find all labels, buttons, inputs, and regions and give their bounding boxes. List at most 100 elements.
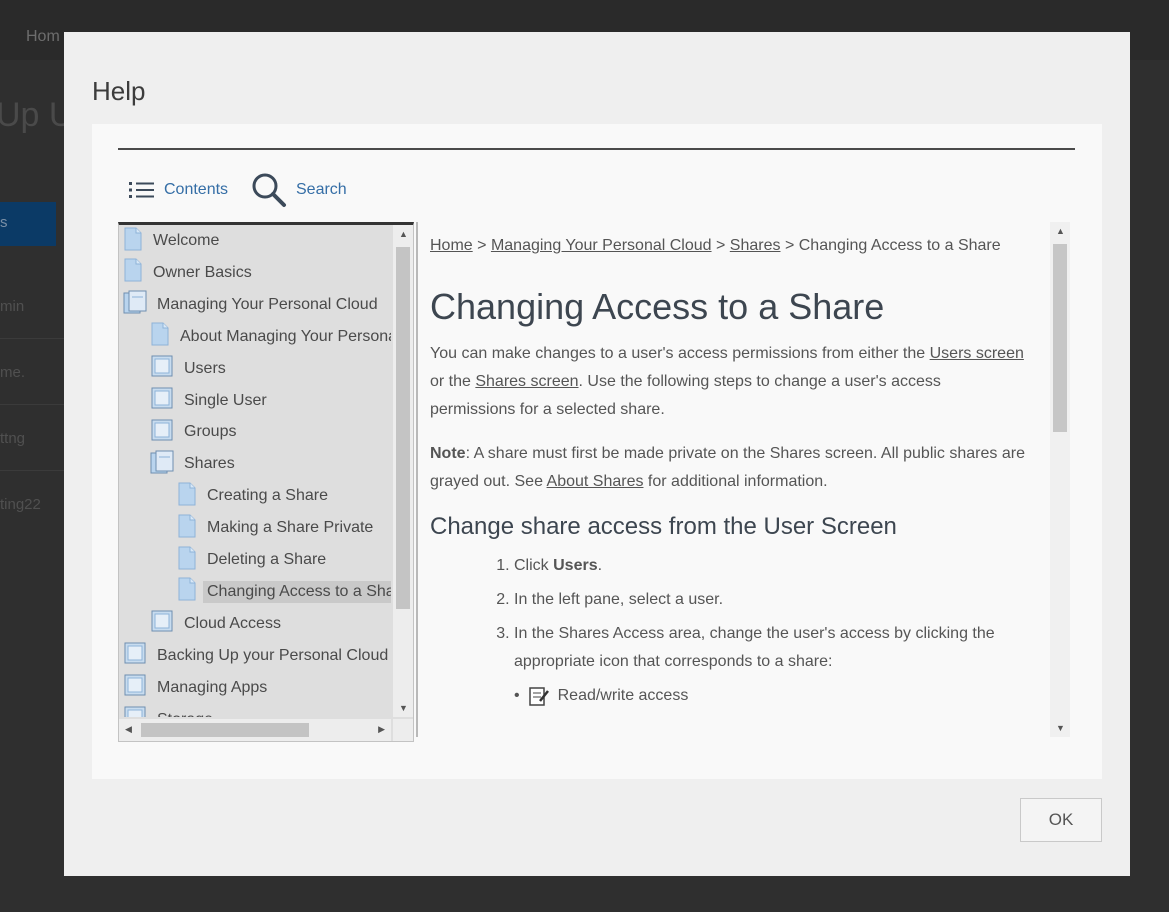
scroll-down-arrow-icon[interactable]: ▼	[1056, 723, 1065, 733]
page-icon	[177, 482, 197, 511]
tree-item[interactable]: Shares	[150, 449, 235, 479]
book-open-icon	[150, 450, 174, 479]
article-vertical-scrollbar[interactable]: ▲ ▼	[1050, 222, 1070, 737]
tree-item[interactable]: Cloud Access	[150, 609, 281, 639]
tree-horizontal-scrollbar[interactable]: ◀ ▶	[119, 719, 391, 741]
note-paragraph: Note: A share must first be made private…	[430, 440, 1030, 496]
shares-screen-link[interactable]: Shares screen	[475, 373, 578, 390]
users-screen-link[interactable]: Users screen	[930, 345, 1024, 362]
background-home-tab: Hom	[26, 28, 60, 45]
tree-item-label: Backing Up your Personal Cloud	[157, 646, 389, 664]
book-icon	[150, 609, 174, 638]
search-label: Search	[296, 181, 347, 198]
background-list-item: ttng	[0, 430, 26, 447]
list-icon	[129, 182, 154, 198]
tree-item[interactable]: Changing Access to a Share	[177, 577, 391, 607]
tree-item-label: Managing Your Personal Cloud	[157, 295, 378, 313]
scroll-left-arrow-icon[interactable]: ◀	[125, 724, 132, 735]
article-content: Home > Managing Your Personal Cloud > Sh…	[430, 222, 1030, 710]
breadcrumb-separator: >	[477, 237, 487, 254]
tree-item-label: Groups	[184, 423, 237, 441]
background-list-item: min	[0, 298, 25, 315]
background-list-item: me.	[0, 364, 26, 381]
scroll-up-arrow-icon[interactable]: ▲	[1056, 226, 1065, 236]
tree-item[interactable]: Groups	[150, 417, 236, 447]
scrollbar-corner	[393, 719, 413, 741]
breadcrumb-separator: >	[784, 237, 795, 254]
page-icon	[123, 258, 143, 287]
ok-button[interactable]: OK	[1020, 798, 1102, 842]
tree-item[interactable]: Managing Your Personal Cloud	[123, 290, 378, 320]
intro-text: or the	[430, 373, 476, 390]
contents-button[interactable]: Contents	[128, 172, 228, 208]
tree-item-label: Deleting a Share	[207, 551, 327, 568]
tree-item-label: Changing Access to a Share	[203, 580, 391, 603]
article-pane: Home > Managing Your Personal Cloud > Sh…	[416, 222, 1078, 737]
breadcrumb-home-link[interactable]: Home	[430, 237, 473, 254]
book-icon	[123, 705, 147, 717]
contents-label: Contents	[164, 181, 229, 198]
tree-item[interactable]: About Managing Your Personal Cloud	[150, 322, 391, 352]
tree-item[interactable]: Welcome	[123, 226, 219, 256]
tree-item[interactable]: Managing Apps	[123, 673, 267, 703]
scroll-down-arrow-icon[interactable]: ▼	[399, 703, 408, 713]
breadcrumb-current: Changing Access to a Share	[798, 237, 1001, 254]
tree-item-label: Shares	[184, 455, 235, 473]
breadcrumb-shares-link[interactable]: Shares	[730, 237, 781, 254]
step-item: In the Shares Access area, change the us…	[514, 620, 1030, 676]
breadcrumb-section-link[interactable]: Managing Your Personal Cloud	[491, 237, 712, 254]
search-icon	[252, 173, 286, 207]
dialog-title: Help	[92, 76, 146, 106]
book-open-icon	[123, 290, 147, 319]
tree-item[interactable]: Owner Basics	[123, 258, 252, 288]
section-heading: Change share access from the User Screen	[430, 513, 897, 540]
about-shares-link[interactable]: About Shares	[547, 473, 644, 490]
tree-item-label: Owner Basics	[153, 263, 252, 281]
edit-document-icon	[528, 687, 549, 706]
step-item: In the left pane, select a user.	[514, 586, 1030, 614]
tree-item-label: About Managing Your Personal Cloud	[180, 327, 391, 345]
tree-item[interactable]: Storage	[123, 705, 213, 718]
tree-scroll-thumb[interactable]	[396, 247, 410, 609]
contents-tree-pane: Welcome Owner Basics Managing Your Persona…	[118, 222, 414, 742]
background-list-item: ting22	[0, 496, 41, 513]
tree-hscroll-thumb[interactable]	[141, 723, 309, 737]
background-active-item: s	[0, 202, 56, 246]
book-icon	[123, 641, 147, 670]
tree-item-label: Storage	[157, 711, 213, 718]
help-content-panel: Contents Search Welcome Owner Basics Manag…	[92, 124, 1102, 779]
book-icon	[150, 354, 174, 383]
tree-item[interactable]: Making a Share Private	[177, 513, 373, 543]
scroll-up-arrow-icon[interactable]: ▲	[399, 229, 408, 239]
article-title: Changing Access to a Share	[430, 286, 885, 327]
article-scroll-thumb[interactable]	[1053, 244, 1067, 432]
header-rule	[118, 148, 1075, 150]
background-separator	[0, 404, 64, 405]
step-text: .	[597, 557, 603, 574]
step-bold-text: Users	[553, 557, 598, 574]
tree-item[interactable]: Users	[150, 354, 226, 384]
search-button[interactable]: Search	[250, 172, 347, 208]
bullet-dot: •	[514, 687, 520, 704]
scroll-right-arrow-icon[interactable]: ▶	[378, 724, 385, 735]
note-label: Note	[430, 445, 466, 462]
tree-item-label: Creating a Share	[207, 487, 328, 505]
steps-list: Click Users. In the left pane, select a …	[430, 552, 1030, 676]
tree-item-label: Making a Share Private	[207, 519, 374, 537]
intro-paragraph: You can make changes to a user's access …	[430, 340, 1030, 424]
breadcrumb-separator: >	[716, 237, 726, 254]
tree-item[interactable]: Single User	[150, 386, 267, 416]
step-text: Click	[514, 557, 554, 574]
tree-vertical-scrollbar[interactable]: ▲ ▼	[393, 225, 413, 717]
tree-item[interactable]: Backing Up your Personal Cloud	[123, 641, 388, 671]
tree-item[interactable]: Creating a Share	[177, 481, 328, 511]
background-separator	[0, 338, 64, 339]
page-icon	[123, 227, 143, 256]
access-bullet: • Read/write access	[514, 682, 1030, 710]
page-icon	[177, 546, 197, 575]
tree-item[interactable]: Deleting a Share	[177, 545, 326, 575]
bullet-text: Read/write access	[557, 687, 689, 704]
note-text: for additional information.	[643, 473, 828, 490]
contents-tree: Welcome Owner Basics Managing Your Persona…	[119, 225, 391, 717]
background-separator	[0, 470, 64, 471]
